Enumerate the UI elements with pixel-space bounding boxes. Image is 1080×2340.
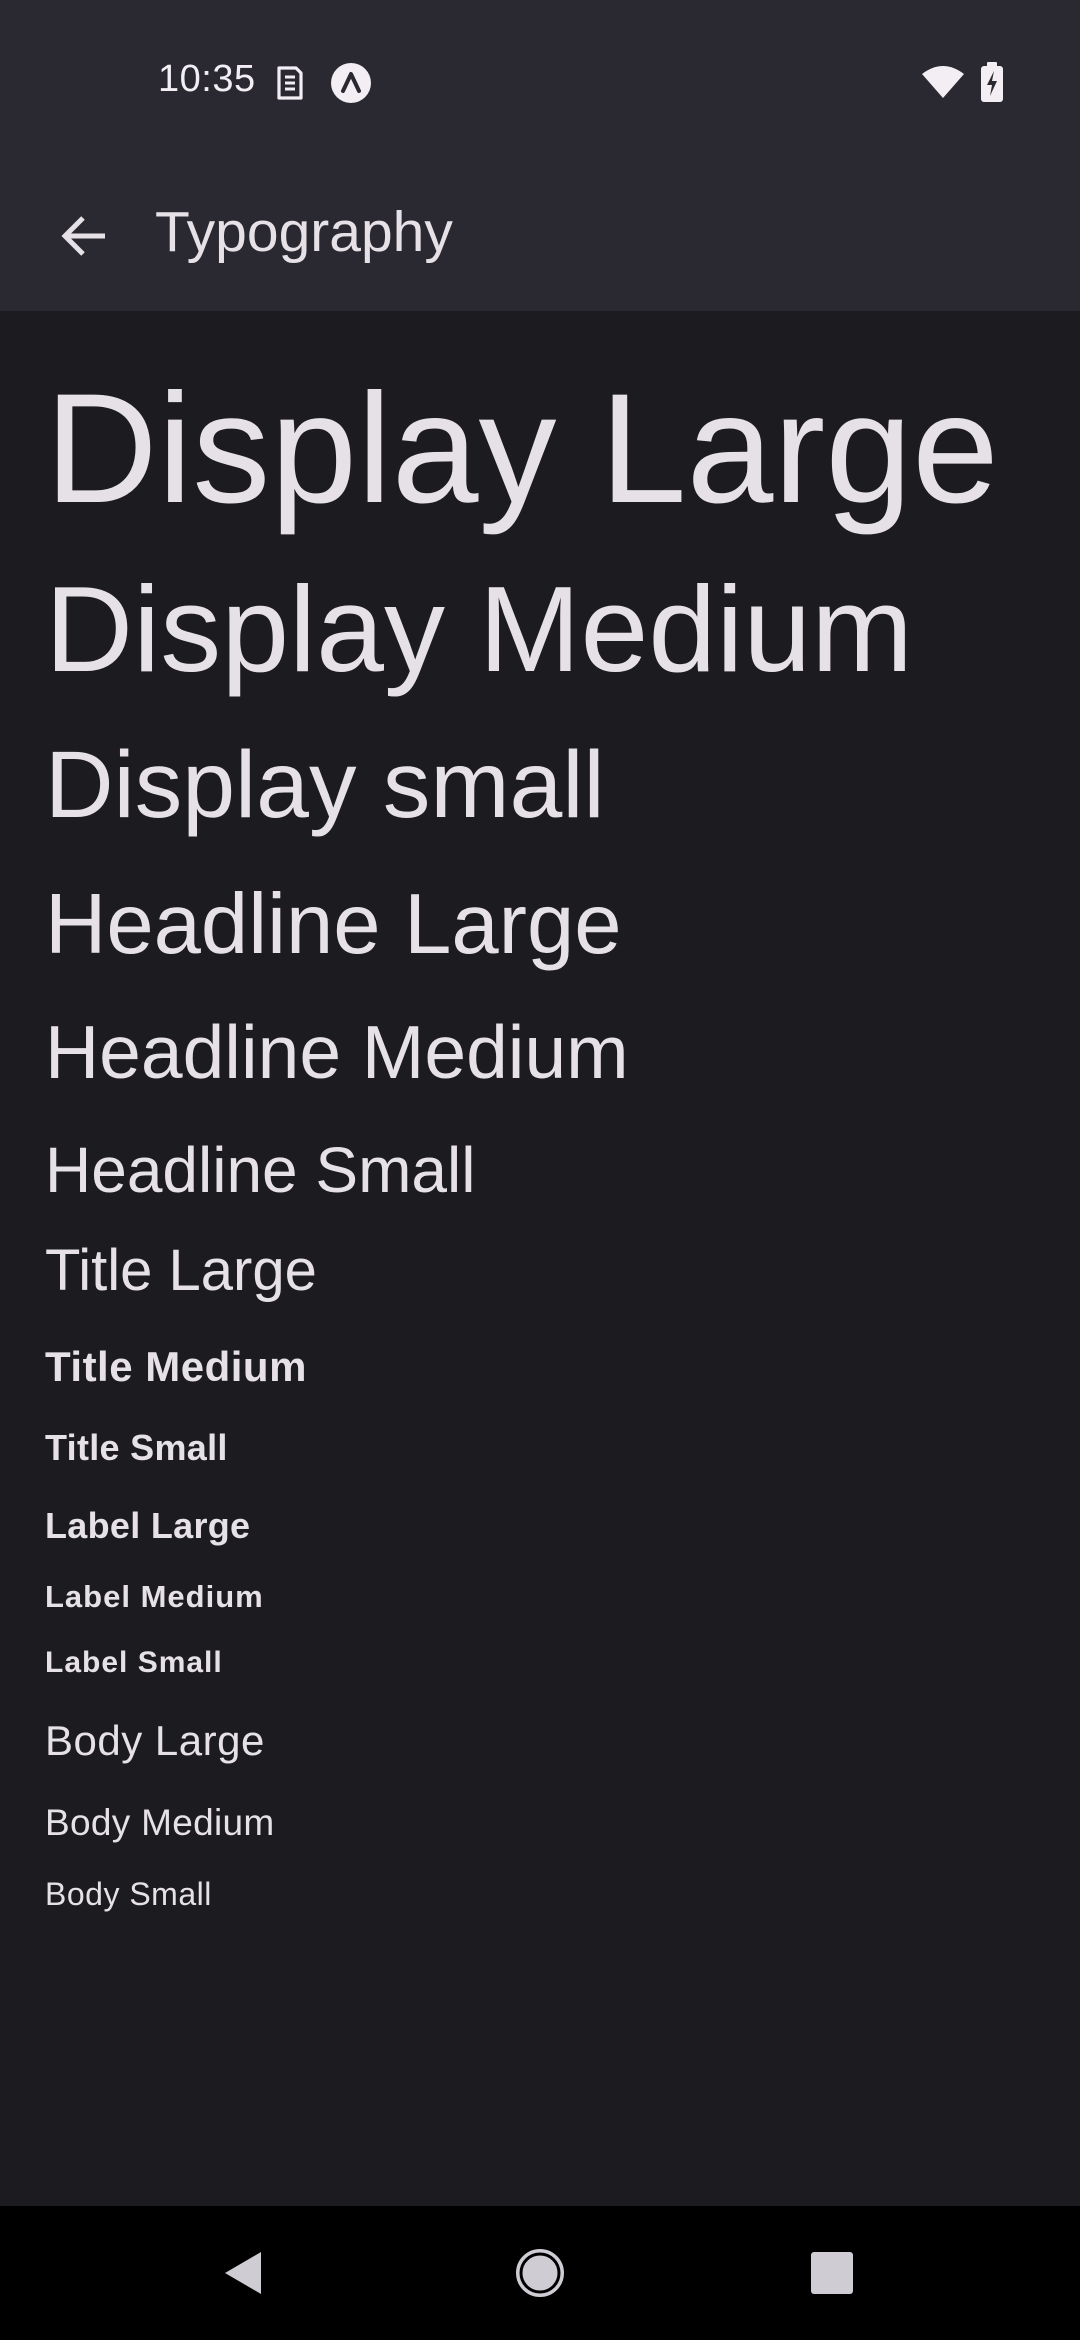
display-small-sample: Display small	[45, 732, 605, 838]
body-large-sample: Body Large	[45, 1717, 265, 1764]
app-notification-icon	[331, 63, 371, 103]
title-small-sample: Title Small	[45, 1427, 228, 1468]
label-medium-sample: Label Medium	[45, 1579, 264, 1614]
home-circle-icon	[516, 2249, 564, 2297]
page-title: Typography	[155, 200, 453, 264]
system-navigation-bar	[0, 2206, 1080, 2340]
display-medium-sample: Display Medium	[45, 561, 913, 697]
wifi-icon	[922, 66, 964, 98]
back-button[interactable]	[44, 196, 124, 276]
headline-large-sample: Headline Large	[45, 877, 622, 972]
nav-home-button[interactable]	[480, 2206, 600, 2340]
headline-small-sample: Headline Small	[45, 1134, 476, 1206]
app-bar: Typography	[0, 168, 1080, 311]
battery-charging-icon	[981, 62, 1003, 102]
back-triangle-icon	[225, 2252, 261, 2294]
body-medium-sample: Body Medium	[45, 1802, 275, 1843]
headline-medium-sample: Headline Medium	[45, 1010, 629, 1094]
nav-back-button[interactable]	[183, 2206, 303, 2340]
title-medium-sample: Title Medium	[45, 1343, 307, 1390]
recents-square-icon	[811, 2252, 853, 2294]
arrow-back-icon	[61, 216, 105, 256]
label-small-sample: Label Small	[45, 1646, 223, 1679]
typography-list: Display Large Display Medium Display sma…	[0, 311, 1080, 2206]
display-large-sample: Display Large	[45, 362, 999, 536]
title-large-sample: Title Large	[45, 1238, 317, 1303]
body-small-sample: Body Small	[45, 1876, 212, 1912]
nav-recents-button[interactable]	[772, 2206, 892, 2340]
sim-card-icon	[277, 66, 303, 100]
label-large-sample: Label Large	[45, 1505, 251, 1546]
top-app-bar-surface: 10:35 Typography	[0, 0, 1080, 311]
status-bar: 10:35	[0, 0, 1080, 168]
status-clock: 10:35	[158, 58, 256, 100]
